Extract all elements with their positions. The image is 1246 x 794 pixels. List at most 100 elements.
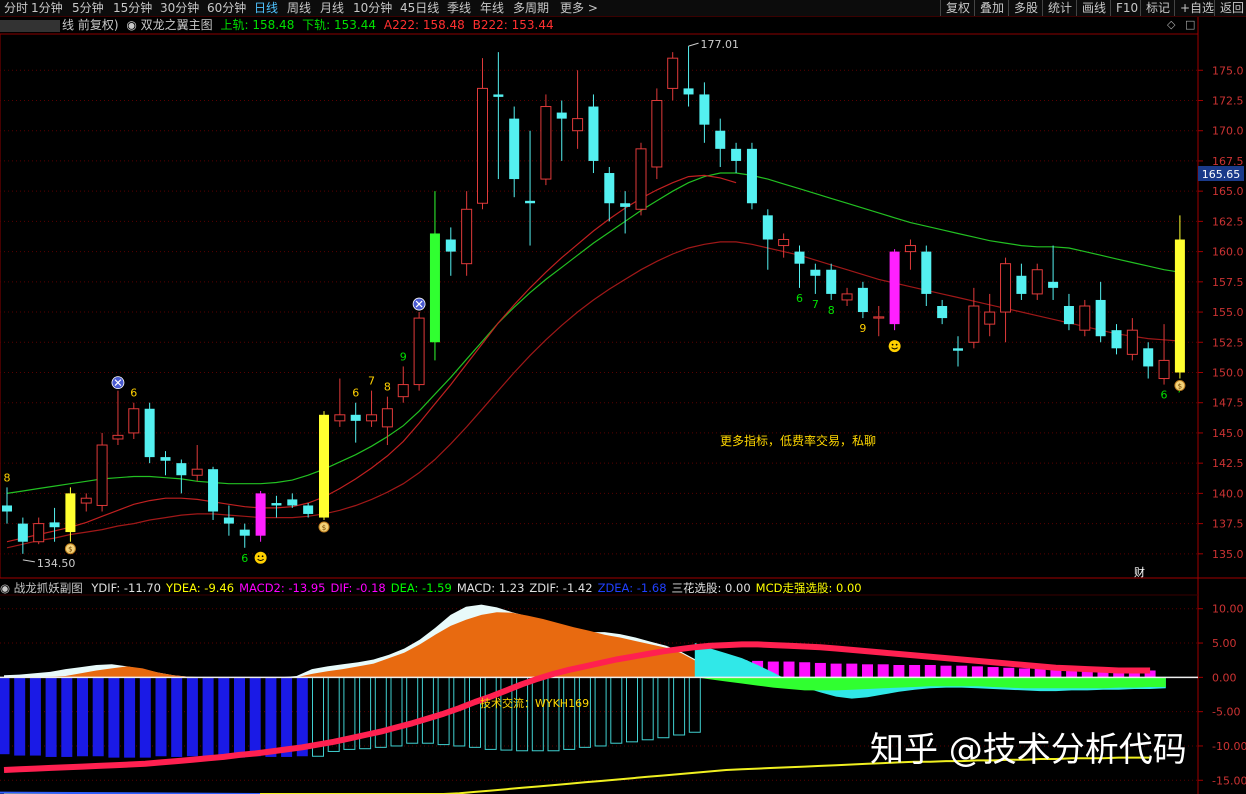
sub-value-7: ZDEA: -1.68: [597, 581, 667, 595]
candle: [921, 245, 932, 306]
money-bag-icon: $: [318, 521, 330, 533]
candle-body: [1063, 306, 1074, 325]
candle-body: [651, 99, 663, 168]
macd-bar: [940, 665, 952, 678]
candle-body: [937, 306, 948, 319]
sub-value-0: YDIF: -11.70: [91, 581, 161, 595]
candle: [1000, 257, 1012, 343]
candle-body: [699, 94, 710, 125]
macd-bar: [406, 676, 419, 744]
price-axis: 135.0 137.5 140.0 142.5 145.0 147.5 150.0 152.5…: [1198, 64, 1244, 561]
current-price-label: 165.65: [1202, 168, 1241, 181]
macd-bar: [108, 677, 120, 758]
candle-body: [556, 112, 567, 119]
sub-tick-label: 5.00: [1212, 637, 1237, 650]
macd-bar: [563, 676, 576, 750]
candle: [1063, 293, 1074, 331]
macd-bar: [202, 677, 214, 757]
candle: [255, 490, 266, 542]
macd-bar: [783, 661, 795, 678]
candle-body: [826, 269, 837, 294]
candle-body: [112, 434, 124, 440]
candle: [762, 209, 773, 270]
candle-body: [873, 316, 885, 319]
panel-option-icon[interactable]: ◇: [1167, 18, 1176, 31]
candle-body: [1079, 305, 1091, 331]
candle: [381, 396, 393, 446]
candle: [176, 459, 187, 494]
sub-tick-label: -15.00: [1212, 774, 1246, 787]
count-label: 9: [859, 322, 866, 335]
macd-bar: [641, 676, 654, 741]
candle: [1031, 263, 1043, 300]
candle-body: [904, 245, 916, 253]
candle: [1143, 342, 1154, 379]
candle-body: [968, 305, 980, 343]
main-annotation: 更多指标，低费率交易，私聊: [720, 433, 876, 448]
candle-body: [208, 469, 219, 512]
macd-bar: [862, 664, 873, 678]
candle: [493, 52, 504, 180]
candle: [937, 299, 948, 325]
candle-body: [144, 408, 155, 458]
sub-indicator-name[interactable]: 战龙抓妖副图: [14, 581, 83, 595]
sub-value-5: MACD: 1.23: [456, 581, 525, 595]
macd-bar: [155, 677, 167, 757]
sub-tick-label: -5.00: [1212, 706, 1240, 719]
count-label: 8: [828, 304, 835, 317]
candle-body: [397, 384, 409, 398]
sub-value-3: DIF: -0.18: [330, 581, 386, 595]
candle: [731, 142, 742, 174]
sub-indicator-settings-icon[interactable]: ◉: [0, 581, 10, 595]
candle-body: [1048, 281, 1059, 288]
candle-body: [984, 311, 996, 325]
candle-body: [80, 497, 92, 504]
candle-body: [128, 408, 140, 434]
macd-bar: [956, 665, 968, 678]
candle: [350, 402, 361, 443]
price-tick-label: 145.0: [1212, 427, 1244, 440]
candle-body: [1016, 275, 1027, 294]
candle-body: [1095, 299, 1106, 337]
stock-chart: 10.00 5.00 0.00 -5.00 -10.00 -15.00 177.01 134…: [0, 17, 1246, 794]
macd-bar: [578, 676, 591, 748]
sub-value-2: MACD2: -13.95: [239, 581, 326, 595]
count-label: 6: [1161, 389, 1168, 402]
candle-body: [1111, 330, 1122, 349]
candle: [461, 191, 473, 276]
count-label: 6: [130, 387, 137, 400]
price-tick-label: 150.0: [1212, 366, 1244, 379]
candle-body: [65, 493, 76, 533]
cross-badge-icon: [412, 297, 426, 311]
candle-body: [953, 348, 963, 351]
count-label: 6: [241, 552, 248, 565]
candle: [429, 191, 440, 361]
candle-body: [477, 87, 488, 204]
sub-annotation: 技术交流：WYKH169: [480, 696, 589, 710]
price-grid: [0, 69, 1198, 555]
candle: [746, 142, 757, 210]
candle: [873, 306, 885, 337]
candle-body: [413, 317, 425, 386]
candle: [540, 94, 552, 186]
candle-body: [17, 523, 28, 542]
svg-text:$: $: [68, 546, 72, 554]
candle-body: [2, 505, 12, 512]
macd-bar: [29, 677, 41, 756]
macd-bar: [626, 676, 638, 743]
price-tick-label: 157.5: [1212, 276, 1244, 289]
candle-body: [794, 251, 805, 264]
candle: [144, 402, 155, 464]
candle-body: [33, 523, 45, 543]
macd-bar: [61, 677, 73, 757]
macd-bar: [186, 677, 198, 757]
candle-body: [841, 293, 853, 301]
macd-bar: [171, 677, 183, 757]
candle: [826, 263, 837, 300]
cross-badge-icon: [111, 376, 125, 390]
candle-body: [350, 414, 361, 421]
panel-maximize-icon[interactable]: □: [1185, 18, 1195, 31]
candle-body: [715, 130, 726, 149]
count-label: 8: [384, 381, 391, 394]
macd-bar: [830, 663, 842, 678]
